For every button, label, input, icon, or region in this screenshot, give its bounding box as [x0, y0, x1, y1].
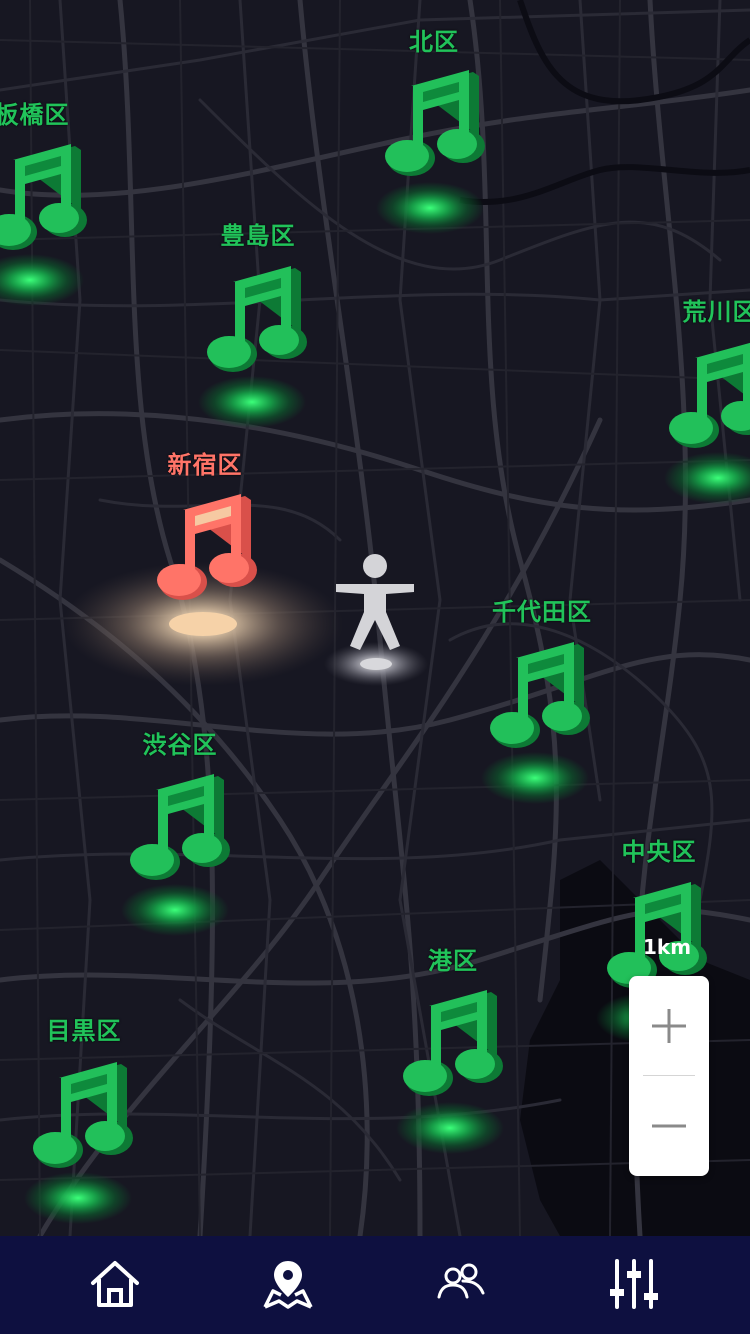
district-label-chuo: 中央区: [621, 838, 697, 866]
tab-home[interactable]: [85, 1254, 145, 1314]
tab-settings[interactable]: [604, 1254, 664, 1314]
music-note-icon: [130, 774, 230, 880]
district-label-shibuya: 渋谷区: [142, 731, 218, 759]
district-marker-chiyoda[interactable]: [470, 634, 600, 794]
music-note-icon: [157, 494, 257, 600]
zoom-control: [629, 976, 709, 1176]
district-label-toshima: 豊島区: [220, 222, 296, 250]
district-label-meguro: 目黒区: [46, 1017, 122, 1045]
music-note-icon: [403, 990, 503, 1096]
district-label-shinjuku: 新宿区: [167, 451, 243, 479]
district-marker-arakawa[interactable]: [649, 334, 750, 494]
person-icon: [336, 554, 414, 650]
tab-bar: [0, 1236, 750, 1334]
home-icon: [91, 1261, 139, 1307]
zoom-in-button[interactable]: [629, 976, 709, 1075]
music-note-icon: [33, 1062, 133, 1168]
district-marker-shinjuku[interactable]: [137, 486, 267, 646]
map-view[interactable]: 北区 板橋区 豊島区 荒川区 新宿区 千代田区 渋谷区 中央区 港区 目黒区 1…: [0, 0, 750, 1236]
district-marker-minato[interactable]: [383, 982, 513, 1142]
scale-label: 1km: [643, 935, 692, 959]
music-note-icon: [669, 342, 750, 448]
district-label-itabashi: 板橋区: [0, 101, 70, 129]
music-note-icon: [207, 266, 307, 372]
minus-icon: [652, 1124, 686, 1127]
district-label-minato: 港区: [428, 947, 478, 975]
district-marker-shibuya[interactable]: [110, 766, 240, 926]
map-pin-icon: [263, 1261, 313, 1309]
district-label-chiyoda: 千代田区: [492, 598, 592, 626]
plus-icon: [652, 1008, 686, 1043]
district-label-kita: 北区: [409, 28, 459, 56]
district-marker-toshima[interactable]: [187, 258, 317, 418]
sliders-icon: [610, 1259, 658, 1309]
district-marker-itabashi[interactable]: [0, 136, 97, 296]
user-location-marker: [320, 548, 430, 688]
music-note-icon: [490, 642, 590, 748]
music-note-icon: [385, 70, 485, 176]
people-icon: [437, 1263, 485, 1299]
zoom-out-button[interactable]: [629, 1076, 709, 1175]
district-label-arakawa: 荒川区: [682, 298, 750, 326]
music-note-icon: [0, 144, 87, 250]
tab-map[interactable]: [258, 1254, 318, 1314]
tab-people[interactable]: [431, 1254, 491, 1314]
district-marker-meguro[interactable]: [13, 1054, 143, 1214]
district-marker-kita[interactable]: [365, 62, 495, 222]
